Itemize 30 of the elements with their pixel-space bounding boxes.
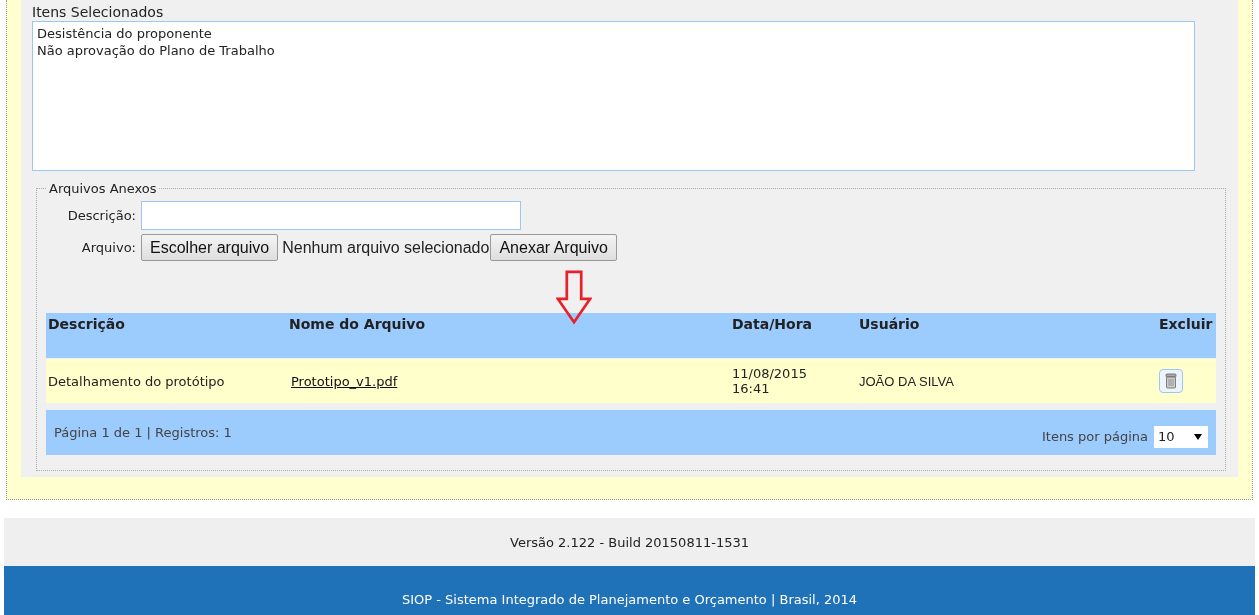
table-cell-text: 11/08/2015 — [732, 366, 808, 381]
list-item[interactable]: Desistência do proponente — [37, 25, 212, 42]
items-per-page-select[interactable]: 10 — [1154, 425, 1208, 448]
delete-button[interactable] — [1159, 369, 1183, 393]
description-field[interactable] — [141, 201, 521, 230]
choose-file-button[interactable]: Escolher arquivo — [141, 234, 279, 261]
table-cell-text: 16:41 — [732, 381, 771, 396]
down-arrow-icon — [556, 267, 592, 327]
fieldset-legend: Arquivos Anexos — [47, 181, 159, 196]
table-cell-text: Detalhamento do protótipo — [48, 373, 226, 389]
attach-file-button[interactable]: Anexar Arquivo — [490, 234, 617, 261]
column-header: Data/Hora — [732, 315, 813, 334]
file-link[interactable]: Prototipo_v1.pdf — [291, 373, 398, 389]
version-text: Versão 2.122 - Build 20150811-1531 — [510, 534, 749, 550]
pager-summary: Página 1 de 1 | Registros: 1 — [54, 425, 233, 440]
file-label: Arquivo: — [80, 240, 136, 255]
table-cell-text: JOÃO DA SILVA — [859, 373, 955, 389]
column-header: Nome do Arquivo — [289, 315, 427, 334]
column-header: Usuário — [859, 315, 921, 334]
footer-text: SIOP - Sistema Integrado de Planejamento e Orçamento | Brasil, 2014 — [401, 592, 858, 607]
caret-icon — [1194, 433, 1202, 440]
items-per-page-label: Itens por página — [1041, 429, 1148, 444]
selected-items-label: Itens Selecionados — [32, 4, 165, 20]
selected-items-list[interactable]: Desistência do proponente Não aprovação do Plano de Trabalho — [32, 21, 1195, 171]
list-item[interactable]: Não aprovação do Plano de Trabalho — [37, 42, 275, 59]
trash-icon — [1165, 373, 1177, 389]
column-header: Descrição — [48, 315, 126, 334]
description-label: Descrição: — [66, 208, 136, 223]
no-file-text: Nenhum arquivo selecionado — [282, 238, 490, 257]
column-header: Excluir — [1159, 315, 1214, 334]
